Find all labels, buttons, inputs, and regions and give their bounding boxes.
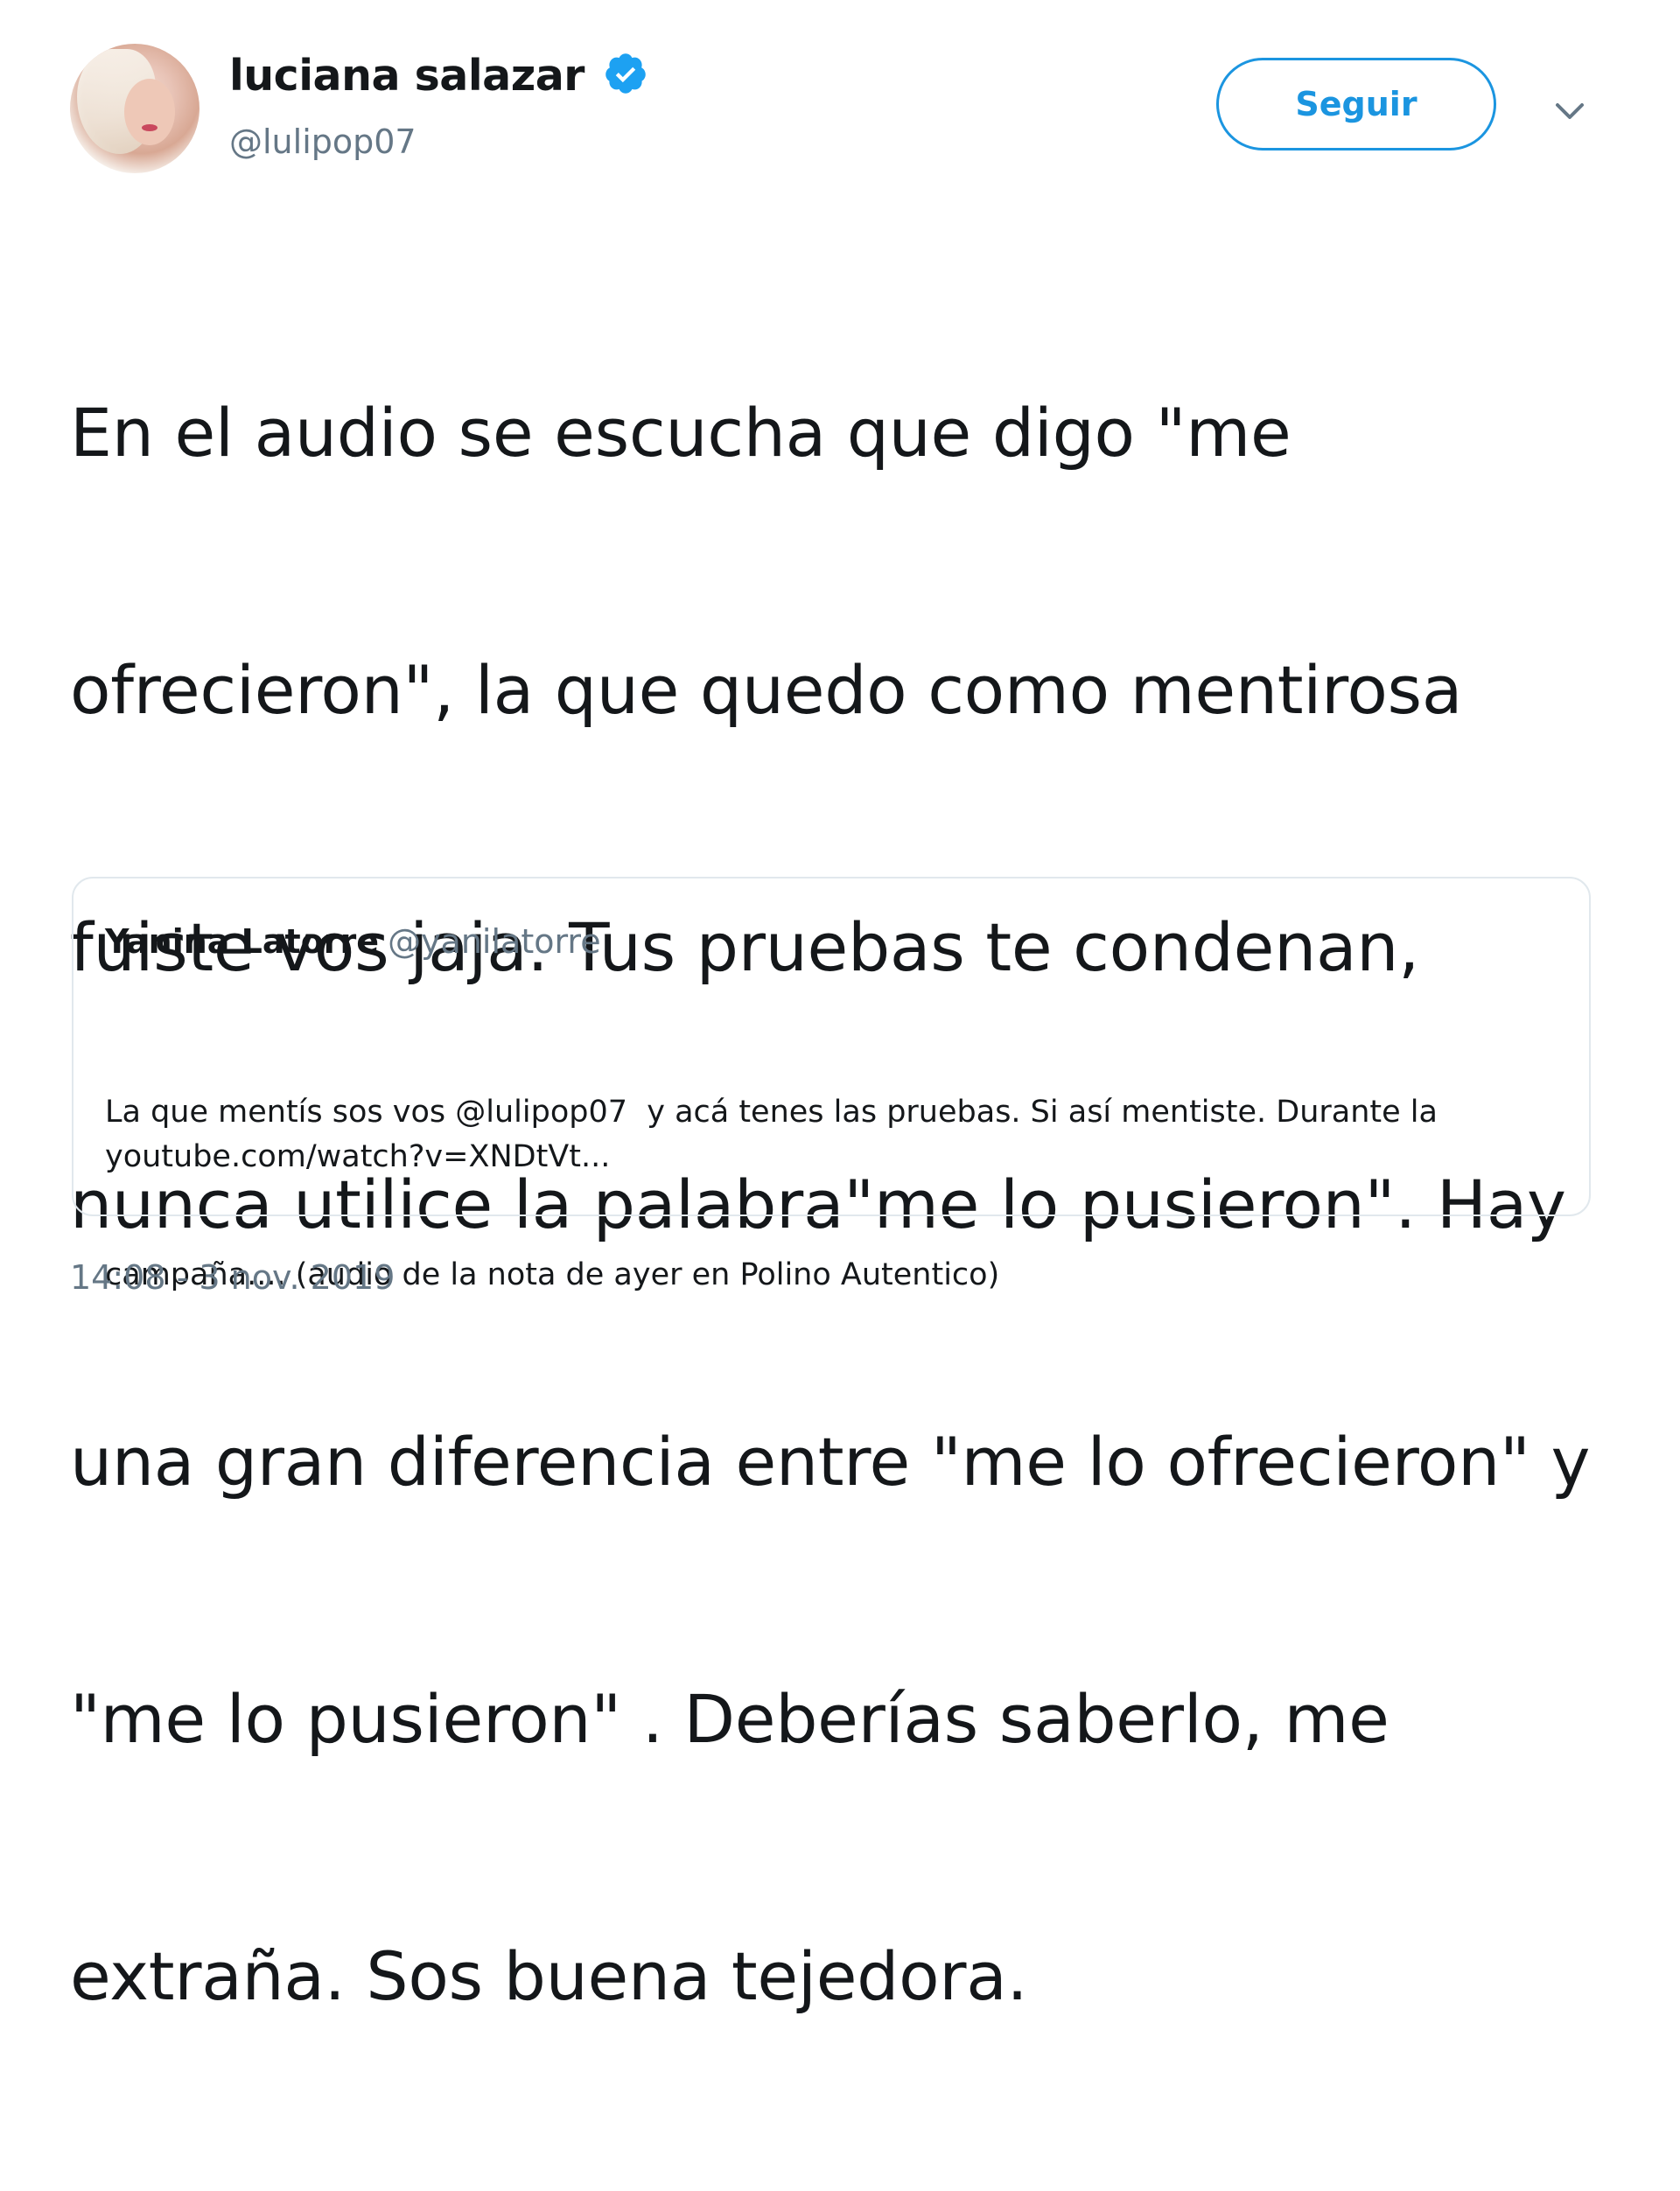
quoted-tweet-header: Yanina Latorre @yanilatorre <box>105 922 601 961</box>
quoted-text-line: La que mentís sos vos @lulipop07 y acá t… <box>105 1095 1438 1130</box>
tweet-timestamp[interactable]: 14:08 - 3 nov. 2019 <box>70 1258 395 1297</box>
chevron-down-icon[interactable] <box>1552 98 1587 124</box>
quoted-tweet-card[interactable]: Yanina Latorre @yanilatorre La que mentís… <box>72 877 1591 1292</box>
verified-badge-icon <box>606 52 646 94</box>
quoted-author-handle: @yanilatorre <box>388 922 601 961</box>
quoted-tweet-text: La que mentís sos vos @lulipop07 y acá t… <box>105 976 1558 1410</box>
author-name-block[interactable]: luciana salazar <box>229 51 648 101</box>
quoted-tweet-link[interactable]: youtube.com/watch?v=XNDtVt... <box>105 1139 610 1174</box>
tweet-text-line: ofrecieron", la que quedo como mentirosa <box>70 651 1463 729</box>
author-handle[interactable]: @lulipop07 <box>229 122 416 161</box>
avatar-face <box>124 79 175 145</box>
tweet-card: luciana salazar @lulipop07 Seguir En el … <box>0 0 1680 2015</box>
tweet-text-line: "me lo pusieron" . Deberías saberlo, me <box>70 1680 1390 1758</box>
quoted-author-name: Yanina Latorre <box>105 922 380 961</box>
follow-button[interactable]: Seguir <box>1216 58 1496 150</box>
tweet-text-line: extraña. Sos buena tejedora. <box>70 1937 1028 2015</box>
author-display-name[interactable]: luciana salazar <box>229 51 584 101</box>
tweet-text-line: En el audio se escucha que digo "me <box>70 394 1292 472</box>
tweet-text-line: una gran diferencia entre "me lo ofrecie… <box>70 1423 1591 1501</box>
avatar-lips <box>142 124 158 131</box>
avatar[interactable] <box>70 44 200 173</box>
